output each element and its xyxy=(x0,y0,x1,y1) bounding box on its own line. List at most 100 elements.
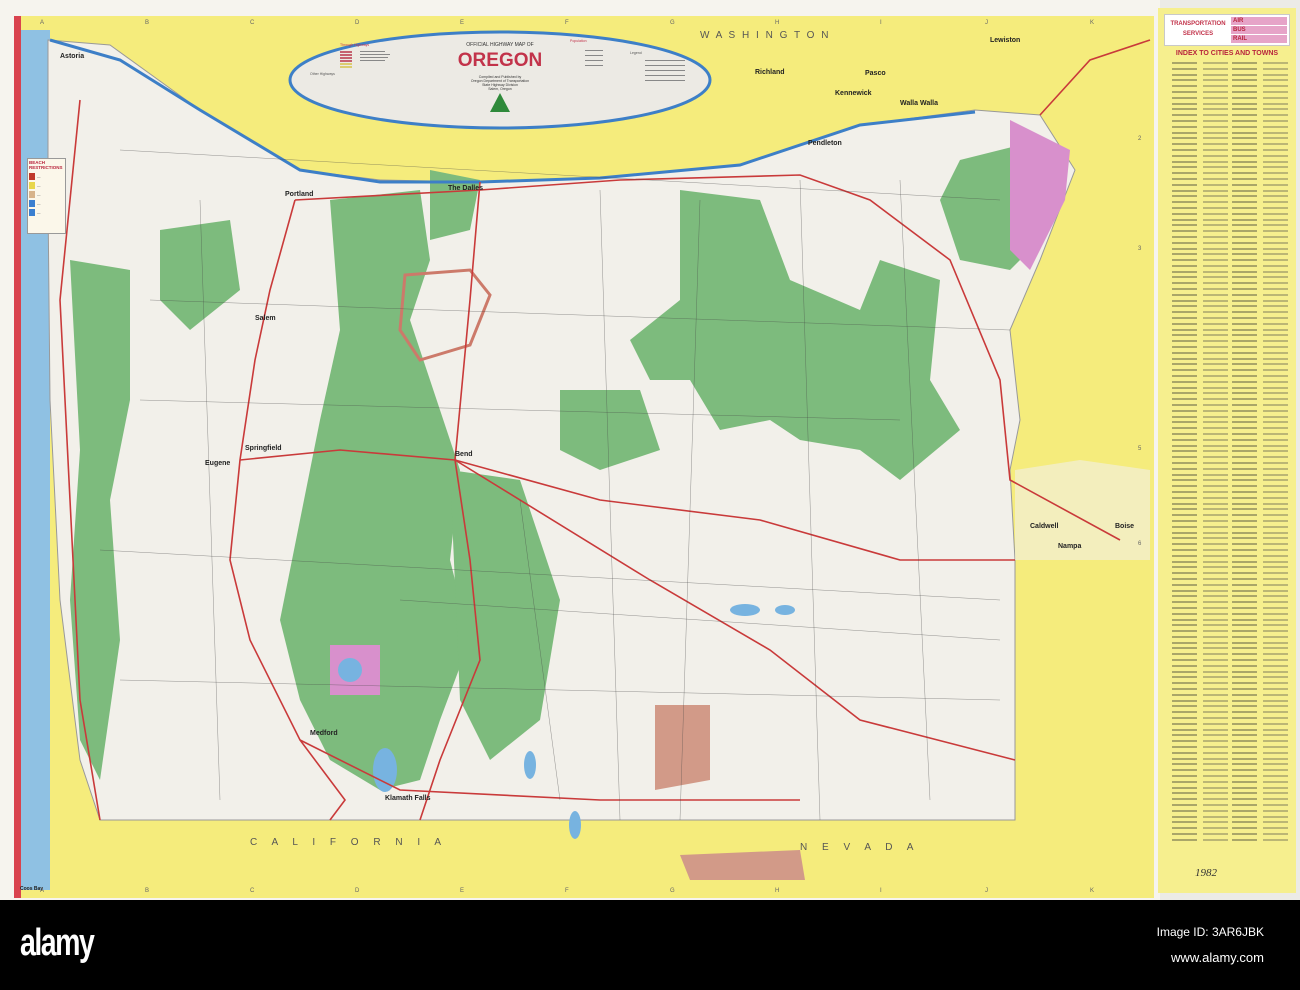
index-entry xyxy=(1232,461,1288,464)
index-entry xyxy=(1232,299,1288,302)
site-url: www.alamy.com xyxy=(1171,950,1264,965)
index-entry xyxy=(1172,595,1228,598)
index-entry xyxy=(1172,346,1228,349)
index-entry xyxy=(1232,589,1288,592)
index-entry xyxy=(1232,519,1288,522)
city-label: Richland xyxy=(755,69,785,76)
legend-heading: Through Highways xyxy=(340,43,369,47)
index-entry xyxy=(1172,757,1228,760)
index-entry xyxy=(1172,79,1228,82)
index-entry xyxy=(1172,717,1228,720)
grid-letter: H xyxy=(775,20,779,26)
city-label: Walla Walla xyxy=(900,100,938,107)
index-entry xyxy=(1172,809,1228,812)
index-entry xyxy=(1172,804,1228,806)
index-entry xyxy=(1232,241,1288,244)
legend-title-small: OFFICIAL HIGHWAY MAP OF xyxy=(466,42,533,48)
grid-letter: J xyxy=(985,20,988,26)
index-entry xyxy=(1172,676,1228,679)
index-entry xyxy=(1172,763,1228,766)
transportation-services-box: TRANSPORTATION SERVICES AIR BUS RAIL xyxy=(1164,14,1290,46)
index-entry xyxy=(1232,67,1288,70)
index-entry xyxy=(1232,264,1288,267)
index-entry xyxy=(1172,282,1228,285)
index-entry xyxy=(1232,537,1288,540)
index-entry xyxy=(1172,467,1228,470)
index-entry xyxy=(1232,311,1288,314)
index-entry xyxy=(1172,392,1228,395)
index-entry xyxy=(1232,282,1288,285)
index-entry xyxy=(1232,125,1288,128)
index-entry xyxy=(1232,769,1288,772)
index-entry xyxy=(1172,235,1228,238)
index-entry xyxy=(1232,815,1288,818)
grid-letter: B xyxy=(145,888,149,894)
index-entry xyxy=(1172,218,1228,221)
index-entry xyxy=(1172,722,1228,725)
index-entry xyxy=(1232,618,1288,621)
index-entry xyxy=(1172,119,1228,122)
mode-air: AIR xyxy=(1231,17,1287,25)
index-entry xyxy=(1172,693,1228,696)
index-entry xyxy=(1172,461,1228,464)
index-entry xyxy=(1232,230,1288,233)
index-entry xyxy=(1232,114,1288,117)
mode-rail: RAIL xyxy=(1231,35,1287,43)
grid-letter: B xyxy=(145,20,149,26)
index-entry xyxy=(1172,177,1228,180)
index-entry xyxy=(1172,659,1228,662)
index-entry xyxy=(1172,415,1228,418)
index-entry xyxy=(1172,404,1228,407)
grid-letter: G xyxy=(670,20,675,26)
index-entry xyxy=(1172,154,1228,157)
index-entry xyxy=(1232,496,1288,499)
index-entry xyxy=(1232,375,1288,378)
index-entry xyxy=(1232,96,1288,99)
city-label: Pendleton xyxy=(808,140,842,147)
index-entry xyxy=(1232,543,1288,546)
index-entry xyxy=(1172,699,1228,702)
index-entry xyxy=(1232,183,1288,186)
index-entry xyxy=(1172,270,1228,273)
index-entry xyxy=(1172,589,1228,592)
index-entry xyxy=(1232,148,1288,151)
grid-letter: E xyxy=(460,20,464,26)
index-entry xyxy=(1232,763,1288,766)
index-entry xyxy=(1172,566,1228,569)
index-entry xyxy=(1172,125,1228,128)
index-entry xyxy=(1232,212,1288,215)
index-entry xyxy=(1232,531,1288,534)
map-legend: OFFICIAL HIGHWAY MAP OF OREGON Compiled … xyxy=(288,30,712,130)
grid-letter: E xyxy=(460,888,464,894)
index-entry xyxy=(1172,583,1228,586)
index-entry xyxy=(1232,664,1288,667)
index-entry xyxy=(1232,630,1288,633)
index-entry xyxy=(1232,717,1288,720)
index-entry xyxy=(1172,554,1228,557)
beach-restrictions-legend: BEACH RESTRICTIONS — — — — — xyxy=(27,158,66,234)
index-entry xyxy=(1172,572,1228,575)
index-entry xyxy=(1232,305,1288,308)
index-entry xyxy=(1172,647,1228,650)
index-entry xyxy=(1232,572,1288,575)
oregon-highway-map: W A S H I N G T O N C A L I F O R N I A … xyxy=(0,0,1300,900)
index-entry xyxy=(1172,189,1228,192)
index-entry xyxy=(1172,102,1228,105)
index-entry xyxy=(1232,247,1288,250)
index-entry xyxy=(1172,780,1228,783)
index-entry xyxy=(1232,757,1288,760)
city-label: Nampa xyxy=(1058,543,1081,550)
index-entry xyxy=(1172,357,1228,360)
index-entry xyxy=(1172,421,1228,424)
label-washington: W A S H I N G T O N xyxy=(700,30,830,41)
index-entry xyxy=(1172,369,1228,372)
legend-heading: Other Highways xyxy=(310,72,335,76)
index-entry xyxy=(1232,392,1288,395)
grid-letter: A xyxy=(40,888,44,894)
index-entry xyxy=(1232,728,1288,731)
index-entry xyxy=(1172,137,1228,140)
index-entry xyxy=(1172,386,1228,389)
index-entry xyxy=(1172,166,1228,169)
index-entry xyxy=(1232,334,1288,337)
index-entry xyxy=(1232,624,1288,627)
